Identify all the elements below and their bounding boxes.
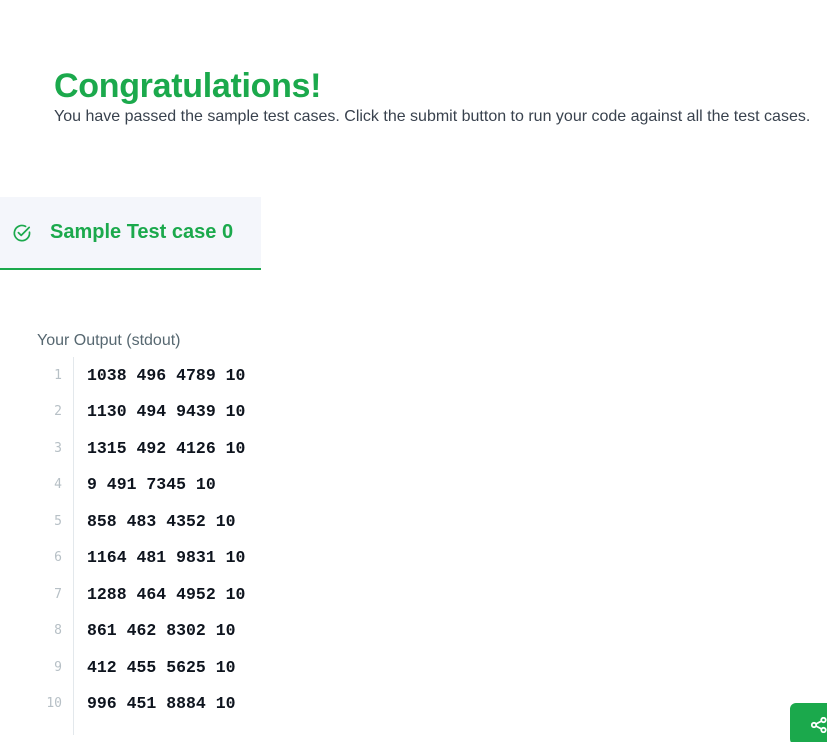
output-line: 3 1315 492 4126 10 — [0, 430, 420, 467]
output-line-text: 1038 496 4789 10 — [87, 365, 246, 385]
share-icon — [810, 716, 827, 734]
line-number: 2 — [54, 404, 62, 420]
output-line-text: 861 462 8302 10 — [87, 621, 236, 641]
output-line-text: 412 455 5625 10 — [87, 657, 236, 677]
share-button[interactable] — [790, 703, 827, 742]
line-number: 3 — [54, 440, 62, 456]
line-number: 4 — [54, 477, 62, 493]
output-line-text: 1288 464 4952 10 — [87, 584, 246, 604]
line-number: 7 — [54, 586, 62, 602]
line-number: 1 — [54, 367, 62, 383]
check-circle-icon — [12, 223, 32, 243]
line-number: 9 — [54, 659, 62, 675]
output-line-text: 996 451 8884 10 — [87, 694, 236, 714]
line-number: 5 — [54, 513, 62, 529]
output-line-text: 9 491 7345 10 — [87, 475, 216, 495]
line-number: 8 — [54, 623, 62, 639]
output-line-text: 1130 494 9439 10 — [87, 402, 246, 422]
output-line: 5 858 483 4352 10 — [0, 503, 420, 540]
output-line-text: 1315 492 4126 10 — [87, 438, 246, 458]
line-number: 6 — [54, 550, 62, 566]
output-line: 7 1288 464 4952 10 — [0, 576, 420, 613]
output-line: 6 1164 481 9831 10 — [0, 540, 420, 577]
output-line-text: 1164 481 9831 10 — [87, 548, 246, 568]
tab-sample-test-case-0[interactable]: Sample Test case 0 — [0, 197, 261, 270]
congratulations-title: Congratulations! — [54, 67, 322, 105]
output-label: Your Output (stdout) — [37, 332, 181, 349]
output-line: 4 9 491 7345 10 — [0, 467, 420, 504]
output-line: 9 412 455 5625 10 — [0, 649, 420, 686]
tab-label: Sample Test case 0 — [50, 221, 234, 243]
line-number: 10 — [46, 696, 62, 712]
congratulations-message: You have passed the sample test cases. C… — [54, 108, 811, 125]
output-line: 8 861 462 8302 10 — [0, 613, 420, 650]
output-line: 1 1038 496 4789 10 — [0, 357, 420, 394]
page: Congratulations! You have passed the sam… — [0, 0, 827, 742]
output-line: 2 1130 494 9439 10 — [0, 394, 420, 431]
output-line: 10 996 451 8884 10 — [0, 686, 420, 723]
output-lines: 1 1038 496 4789 10 2 1130 494 9439 10 3 1315 … — [0, 357, 420, 722]
output-line-text: 858 483 4352 10 — [87, 511, 236, 531]
